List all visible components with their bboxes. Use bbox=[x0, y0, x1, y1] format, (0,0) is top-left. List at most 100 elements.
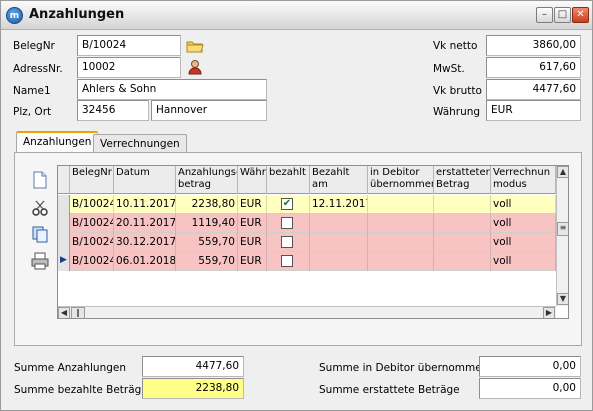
cell-modus[interactable]: voll bbox=[491, 214, 556, 233]
tab-anzahlungen[interactable]: Anzahlungen bbox=[16, 131, 99, 153]
row-selector[interactable] bbox=[58, 233, 70, 252]
column-header[interactable]: Bezahlt am bbox=[310, 166, 368, 194]
horizontal-scroll-thumb[interactable]: ‖ bbox=[71, 307, 85, 318]
mwst-label: MwSt. bbox=[433, 63, 465, 75]
scroll-down-button[interactable]: ▼ bbox=[557, 293, 568, 305]
cell-debitor[interactable] bbox=[368, 252, 434, 271]
cell-debitor[interactable] bbox=[368, 195, 434, 214]
cell-belegnr[interactable]: B/10024 bbox=[70, 252, 114, 271]
scroll-left-button[interactable]: ◀ bbox=[58, 307, 70, 318]
cell-waehr[interactable]: EUR bbox=[238, 252, 267, 271]
cell-bezahlt-am[interactable] bbox=[310, 214, 368, 233]
maximize-button[interactable]: □ bbox=[554, 7, 571, 23]
cell-betrag[interactable]: 1119,40 bbox=[176, 214, 238, 233]
column-header[interactable]: erstatteter Betrag bbox=[434, 166, 491, 194]
print-icon[interactable] bbox=[31, 252, 49, 270]
bezahlt-checkbox[interactable] bbox=[281, 255, 293, 267]
row-selector[interactable]: ▶ bbox=[58, 252, 70, 271]
cell-bezahlt-am[interactable]: 12.11.2017 bbox=[310, 195, 368, 214]
cell-debitor[interactable] bbox=[368, 214, 434, 233]
plz-ort-label: Plz, Ort bbox=[13, 106, 52, 118]
cell-debitor[interactable] bbox=[368, 233, 434, 252]
anzahlungen-window: m Anzahlungen – □ ✕ BelegNr B/10024 Adre… bbox=[0, 0, 593, 411]
table-row[interactable]: B/10024 10.11.2017 2238,80 EUR ✔ 12.11.2017 vo… bbox=[58, 195, 568, 214]
current-row-arrow-icon: ▶ bbox=[60, 255, 67, 265]
copy-icon[interactable] bbox=[31, 225, 49, 243]
cell-modus[interactable]: voll bbox=[491, 252, 556, 271]
scroll-up-button[interactable]: ▲ bbox=[557, 166, 568, 178]
plz-field[interactable]: 32456 bbox=[77, 100, 149, 121]
column-header[interactable]: bezahlt bbox=[267, 166, 310, 194]
tab-verrechnungen[interactable]: Verrechnungen bbox=[93, 134, 187, 154]
waehrung-field[interactable]: EUR bbox=[486, 100, 581, 121]
mwst-field[interactable]: 617,60 bbox=[486, 57, 581, 78]
row-selector[interactable] bbox=[58, 214, 70, 233]
cell-waehr[interactable]: EUR bbox=[238, 214, 267, 233]
summe-anzahlungen-label: Summe Anzahlungen bbox=[14, 362, 127, 374]
vk-brutto-field[interactable]: 4477,60 bbox=[486, 79, 581, 100]
name1-field[interactable]: Ahlers & Sohn bbox=[77, 79, 267, 100]
close-button[interactable]: ✕ bbox=[572, 7, 589, 23]
title-bar[interactable]: m Anzahlungen – □ ✕ bbox=[1, 1, 592, 30]
row-selector[interactable] bbox=[58, 195, 70, 214]
horizontal-scrollbar[interactable]: ◀ ‖ ▶ bbox=[58, 306, 556, 318]
table-row[interactable]: ▶ B/10024 06.01.2018 559,70 EUR voll bbox=[58, 252, 568, 271]
summe-debitor-label: Summe in Debitor übernommen bbox=[319, 362, 489, 374]
cell-erstattet[interactable] bbox=[434, 195, 491, 214]
column-header[interactable]: Währ bbox=[238, 166, 267, 194]
vk-brutto-label: Vk brutto bbox=[433, 85, 482, 97]
app-icon: m bbox=[6, 7, 23, 24]
cell-bezahlt-am[interactable] bbox=[310, 233, 368, 252]
minimize-button[interactable]: – bbox=[536, 7, 553, 23]
cell-waehr[interactable]: EUR bbox=[238, 233, 267, 252]
cell-belegnr[interactable]: B/10024 bbox=[70, 214, 114, 233]
new-document-icon[interactable] bbox=[31, 171, 49, 189]
summe-debitor-field[interactable]: 0,00 bbox=[479, 356, 581, 377]
cell-belegnr[interactable]: B/10024 bbox=[70, 195, 114, 214]
cell-betrag[interactable]: 559,70 bbox=[176, 252, 238, 271]
person-icon[interactable] bbox=[186, 59, 204, 75]
cell-betrag[interactable]: 559,70 bbox=[176, 233, 238, 252]
window-title: Anzahlungen bbox=[29, 7, 125, 22]
cell-modus[interactable]: voll bbox=[491, 233, 556, 252]
anzahlungen-table[interactable]: BelegNr Datum Anzahlungs-betrag Währ bez… bbox=[57, 165, 569, 319]
cell-bezahlt-am[interactable] bbox=[310, 252, 368, 271]
cell-datum[interactable]: 30.12.2017 bbox=[114, 233, 176, 252]
column-header[interactable]: Anzahlungs-betrag bbox=[176, 166, 238, 194]
belegnr-label: BelegNr bbox=[13, 40, 55, 52]
cell-bezahlt bbox=[267, 214, 310, 233]
summe-erstattete-field[interactable]: 0,00 bbox=[479, 378, 581, 399]
cell-datum[interactable]: 10.11.2017 bbox=[114, 195, 176, 214]
cell-erstattet[interactable] bbox=[434, 252, 491, 271]
cell-erstattet[interactable] bbox=[434, 233, 491, 252]
vk-netto-field[interactable]: 3860,00 bbox=[486, 35, 581, 56]
vertical-scrollbar[interactable]: ▲ ≡ ▼ bbox=[556, 166, 568, 306]
cell-belegnr[interactable]: B/10024 bbox=[70, 233, 114, 252]
adressnr-field[interactable]: 10002 bbox=[77, 57, 181, 78]
name1-label: Name1 bbox=[13, 85, 51, 97]
folder-icon[interactable] bbox=[186, 38, 204, 54]
cell-betrag[interactable]: 2238,80 bbox=[176, 195, 238, 214]
cell-waehr[interactable]: EUR bbox=[238, 195, 267, 214]
summe-bezahlte-field[interactable]: 2238,80 bbox=[142, 378, 244, 399]
scroll-thumb[interactable]: ≡ bbox=[557, 222, 568, 236]
table-row[interactable]: B/10024 20.11.2017 1119,40 EUR voll bbox=[58, 214, 568, 233]
column-header[interactable]: Verrechnun modus bbox=[491, 166, 556, 194]
column-header[interactable]: BelegNr bbox=[70, 166, 114, 194]
cell-datum[interactable]: 20.11.2017 bbox=[114, 214, 176, 233]
column-header[interactable]: Datum bbox=[114, 166, 176, 194]
anzahlungen-panel: BelegNr Datum Anzahlungs-betrag Währ bez… bbox=[14, 152, 582, 346]
bezahlt-checkbox[interactable] bbox=[281, 236, 293, 248]
cell-modus[interactable]: voll bbox=[491, 195, 556, 214]
cell-datum[interactable]: 06.01.2018 bbox=[114, 252, 176, 271]
bezahlt-checkbox[interactable]: ✔ bbox=[281, 198, 293, 210]
cell-erstattet[interactable] bbox=[434, 214, 491, 233]
ort-field[interactable]: Hannover bbox=[151, 100, 267, 121]
column-header[interactable]: in Debitor übernommen bbox=[368, 166, 434, 194]
bezahlt-checkbox[interactable] bbox=[281, 217, 293, 229]
scroll-right-button[interactable]: ▶ bbox=[543, 307, 555, 318]
summe-anzahlungen-field[interactable]: 4477,60 bbox=[142, 356, 244, 377]
cut-icon[interactable] bbox=[31, 199, 49, 217]
table-row[interactable]: B/10024 30.12.2017 559,70 EUR voll bbox=[58, 233, 568, 252]
belegnr-field[interactable]: B/10024 bbox=[77, 35, 181, 56]
